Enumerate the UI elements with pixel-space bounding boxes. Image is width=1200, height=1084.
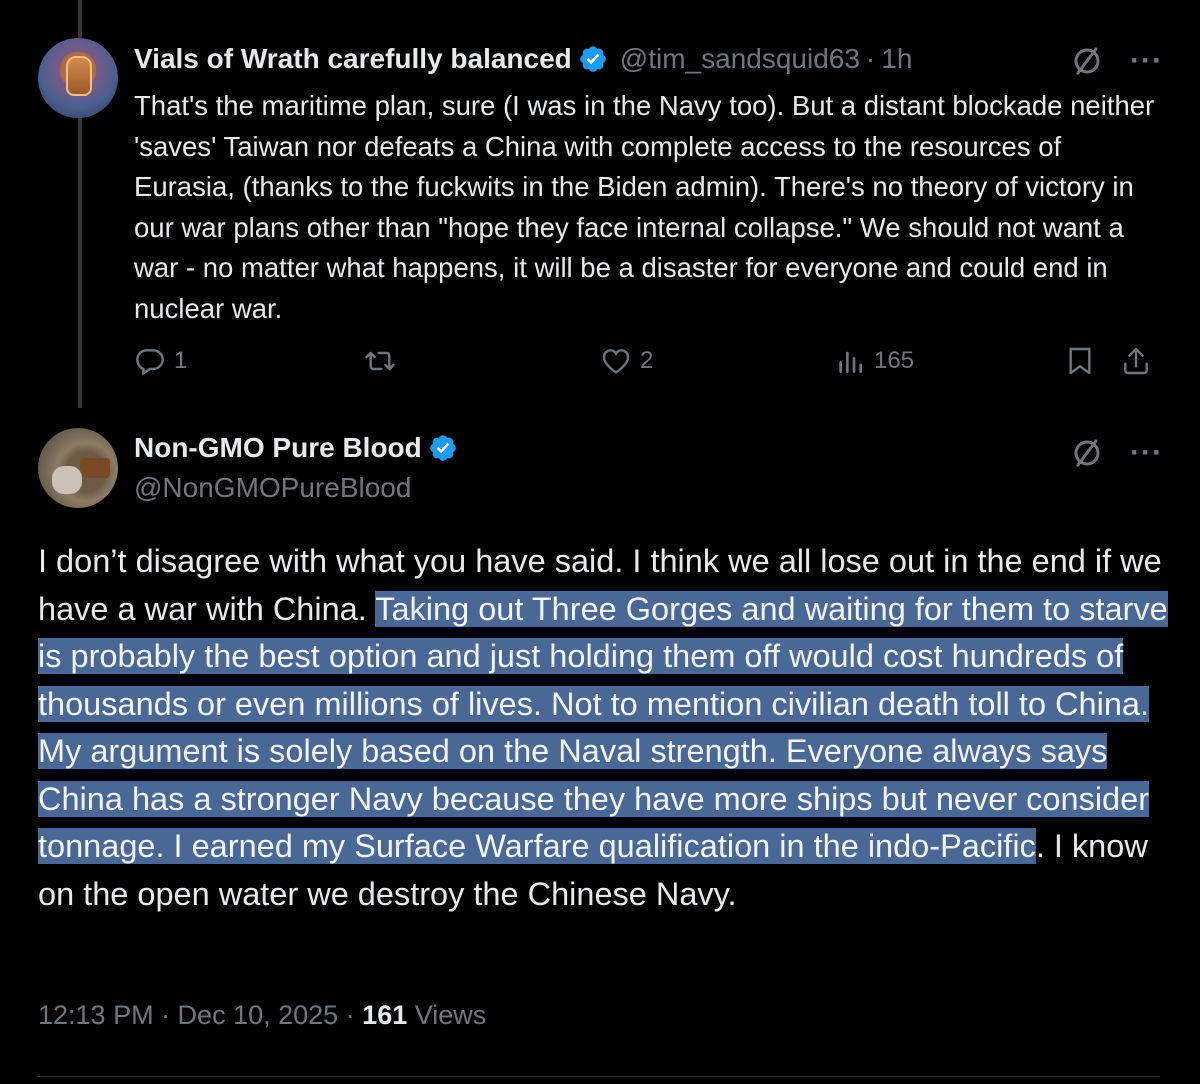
verified-badge-icon (429, 435, 456, 461)
share-button[interactable] (1120, 345, 1152, 377)
like-count: 2 (640, 347, 654, 374)
divider (38, 1076, 1160, 1077)
selected-text-highlight: Taking out Three Gorges and waiting for … (38, 590, 1168, 864)
thread-connector-line (78, 0, 82, 38)
tweet-action-bar: 1 2 165 (134, 345, 1160, 389)
tweet-header: Non-GMO Pure Blood (134, 430, 458, 466)
bookmark-icon (1069, 347, 1091, 375)
tweet-timestamp[interactable]: 12:13 PM · Dec 10, 2025 · (38, 1000, 362, 1030)
like-button[interactable]: 2 (600, 345, 653, 377)
more-options-icon[interactable]: ··· (1130, 438, 1163, 468)
author-name[interactable]: Non-GMO Pure Blood (134, 432, 422, 464)
reply-count: 1 (174, 347, 188, 374)
furniture-image (80, 458, 110, 478)
reply-icon (136, 349, 164, 376)
jar-image (66, 56, 92, 96)
tweet-text: That's the maritime plan, sure (I was in… (134, 90, 1155, 324)
retweet-icon (365, 351, 395, 371)
heart-icon (602, 349, 630, 374)
author-handle[interactable]: @NonGMOPureBlood (134, 472, 411, 504)
thread-connector-line (78, 118, 82, 408)
views-count: 165 (874, 347, 915, 374)
tweet-time[interactable]: 1h (881, 43, 912, 75)
views-label: Views (407, 1000, 487, 1030)
grok-icon[interactable] (1070, 436, 1104, 470)
verified-badge-icon (579, 46, 606, 72)
grok-icon[interactable] (1070, 44, 1104, 78)
avatar[interactable] (38, 428, 118, 508)
separator-dot: · (865, 43, 876, 74)
tweet-text: I don’t disagree with what you have said… (38, 538, 1168, 918)
author-name[interactable]: Vials of Wrath carefully balanced (134, 43, 572, 75)
retweet-button[interactable] (364, 345, 396, 377)
dog-image (52, 466, 82, 494)
tweet-thread-view: Vials of Wrath carefully balanced @tim_s… (0, 0, 1200, 1084)
share-icon (1124, 347, 1148, 375)
views-button[interactable]: 165 (834, 345, 914, 377)
views-count: 161 (362, 1000, 408, 1030)
reply-button[interactable]: 1 (134, 345, 187, 377)
tweet-meta: 12:13 PM · Dec 10, 2025 · 161 Views (38, 1000, 486, 1031)
author-handle[interactable]: @tim_sandsquid63 (620, 43, 860, 75)
tweet-header: Vials of Wrath carefully balanced @tim_s… (134, 42, 912, 76)
tweet-top-actions: ··· (1070, 436, 1163, 470)
more-options-icon[interactable]: ··· (1130, 46, 1163, 76)
bookmark-button[interactable] (1064, 345, 1096, 377)
avatar[interactable] (38, 38, 118, 118)
views-chart-icon (839, 351, 862, 373)
tweet-top-actions: ··· (1070, 44, 1163, 78)
